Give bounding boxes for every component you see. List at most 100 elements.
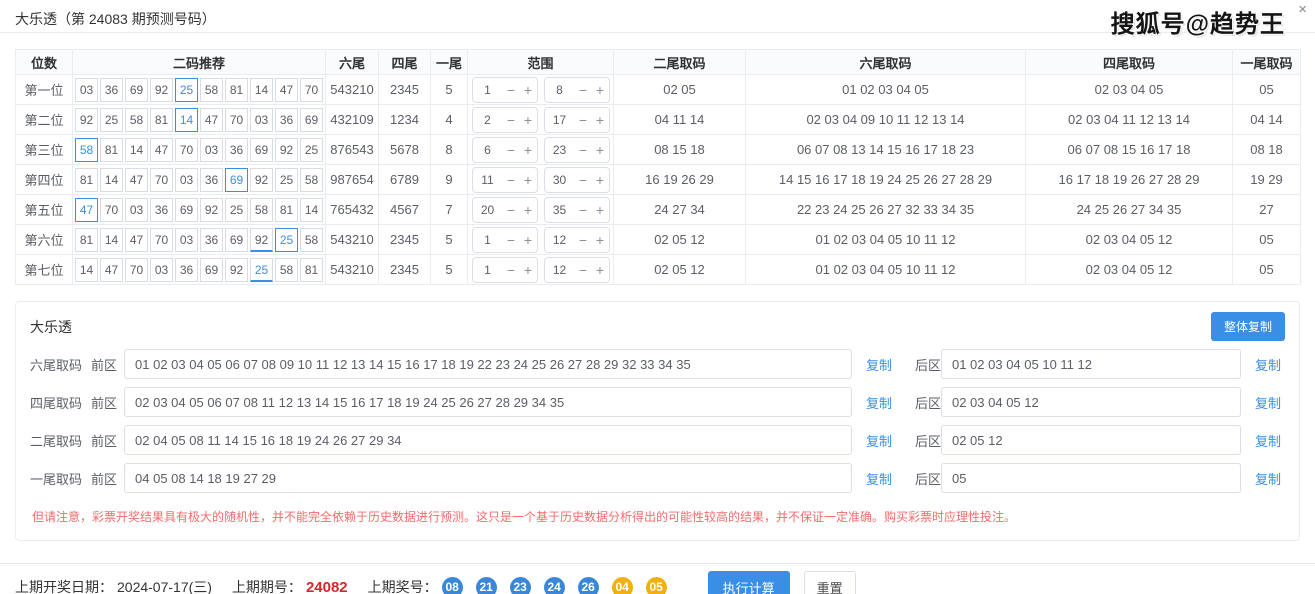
two-code-cell[interactable]: 92 (200, 198, 223, 222)
minus-icon[interactable]: − (503, 172, 520, 188)
plus-icon[interactable]: + (520, 232, 537, 248)
plus-icon[interactable]: + (592, 172, 609, 188)
two-code-cell[interactable]: 25 (250, 258, 273, 282)
two-code-cell[interactable]: 69 (125, 78, 148, 102)
back-zone-input[interactable] (941, 425, 1241, 455)
copy-front-button[interactable]: 复制 (866, 355, 892, 374)
plus-icon[interactable]: + (520, 142, 537, 158)
two-code-cell[interactable]: 69 (225, 168, 248, 192)
two-code-cell[interactable]: 58 (300, 228, 323, 252)
two-code-cell[interactable]: 25 (225, 198, 248, 222)
two-code-cell[interactable]: 70 (150, 168, 173, 192)
two-code-cell[interactable]: 81 (300, 258, 323, 282)
two-code-cell[interactable]: 92 (250, 168, 273, 192)
front-zone-input[interactable] (124, 425, 852, 455)
two-code-cell[interactable]: 03 (150, 258, 173, 282)
two-code-cell[interactable]: 70 (300, 78, 323, 102)
two-code-cell[interactable]: 69 (225, 228, 248, 252)
two-code-cell[interactable]: 92 (150, 78, 173, 102)
two-code-cell[interactable]: 25 (175, 78, 198, 102)
minus-icon[interactable]: − (575, 202, 592, 218)
two-code-cell[interactable]: 47 (125, 168, 148, 192)
minus-icon[interactable]: − (575, 142, 592, 158)
plus-icon[interactable]: + (520, 112, 537, 128)
two-code-cell[interactable]: 70 (225, 108, 248, 132)
two-code-cell[interactable]: 36 (200, 168, 223, 192)
two-code-cell[interactable]: 92 (75, 108, 98, 132)
two-code-cell[interactable]: 36 (200, 228, 223, 252)
copy-back-button[interactable]: 复制 (1255, 355, 1281, 374)
two-code-cell[interactable]: 14 (300, 198, 323, 222)
minus-icon[interactable]: − (503, 142, 520, 158)
back-zone-input[interactable] (941, 387, 1241, 417)
reset-button[interactable]: 重置 (804, 571, 856, 594)
minus-icon[interactable]: − (503, 202, 520, 218)
minus-icon[interactable]: − (503, 262, 520, 278)
copy-back-button[interactable]: 复制 (1255, 469, 1281, 488)
front-zone-input[interactable] (124, 387, 852, 417)
two-code-cell[interactable]: 47 (150, 138, 173, 162)
copy-back-button[interactable]: 复制 (1255, 393, 1281, 412)
two-code-cell[interactable]: 03 (175, 168, 198, 192)
plus-icon[interactable]: + (592, 112, 609, 128)
two-code-cell[interactable]: 36 (275, 108, 298, 132)
back-zone-input[interactable] (941, 349, 1241, 379)
back-zone-input[interactable] (941, 463, 1241, 493)
plus-icon[interactable]: + (592, 82, 609, 98)
two-code-cell[interactable]: 70 (150, 228, 173, 252)
plus-icon[interactable]: + (592, 262, 609, 278)
two-code-cell[interactable]: 47 (75, 198, 98, 222)
two-code-cell[interactable]: 92 (275, 138, 298, 162)
two-code-cell[interactable]: 81 (75, 228, 98, 252)
two-code-cell[interactable]: 25 (100, 108, 123, 132)
two-code-cell[interactable]: 47 (100, 258, 123, 282)
two-code-cell[interactable]: 14 (125, 138, 148, 162)
two-code-cell[interactable]: 69 (175, 198, 198, 222)
plus-icon[interactable]: + (520, 262, 537, 278)
two-code-cell[interactable]: 47 (200, 108, 223, 132)
close-icon[interactable]: × (1298, 2, 1307, 17)
two-code-cell[interactable]: 58 (125, 108, 148, 132)
two-code-cell[interactable]: 36 (150, 198, 173, 222)
two-code-cell[interactable]: 58 (75, 138, 98, 162)
two-code-cell[interactable]: 58 (300, 168, 323, 192)
two-code-cell[interactable]: 36 (100, 78, 123, 102)
two-code-cell[interactable]: 25 (300, 138, 323, 162)
plus-icon[interactable]: + (520, 202, 537, 218)
two-code-cell[interactable]: 36 (175, 258, 198, 282)
run-calculation-button[interactable]: 执行计算 (708, 571, 790, 594)
two-code-cell[interactable]: 70 (175, 138, 198, 162)
plus-icon[interactable]: + (520, 82, 537, 98)
two-code-cell[interactable]: 81 (75, 168, 98, 192)
two-code-cell[interactable]: 69 (300, 108, 323, 132)
copy-back-button[interactable]: 复制 (1255, 431, 1281, 450)
copy-all-button[interactable]: 整体复制 (1211, 312, 1285, 341)
minus-icon[interactable]: − (503, 112, 520, 128)
two-code-cell[interactable]: 81 (275, 198, 298, 222)
two-code-cell[interactable]: 14 (100, 228, 123, 252)
two-code-cell[interactable]: 03 (200, 138, 223, 162)
plus-icon[interactable]: + (520, 172, 537, 188)
two-code-cell[interactable]: 70 (100, 198, 123, 222)
two-code-cell[interactable]: 14 (100, 168, 123, 192)
two-code-cell[interactable]: 36 (225, 138, 248, 162)
minus-icon[interactable]: − (575, 232, 592, 248)
copy-front-button[interactable]: 复制 (866, 431, 892, 450)
two-code-cell[interactable]: 58 (200, 78, 223, 102)
copy-front-button[interactable]: 复制 (866, 469, 892, 488)
two-code-cell[interactable]: 47 (275, 78, 298, 102)
two-code-cell[interactable]: 03 (175, 228, 198, 252)
two-code-cell[interactable]: 92 (250, 228, 273, 252)
two-code-cell[interactable]: 03 (250, 108, 273, 132)
plus-icon[interactable]: + (592, 232, 609, 248)
two-code-cell[interactable]: 58 (275, 258, 298, 282)
two-code-cell[interactable]: 47 (125, 228, 148, 252)
two-code-cell[interactable]: 25 (275, 228, 298, 252)
two-code-cell[interactable]: 70 (125, 258, 148, 282)
two-code-cell[interactable]: 14 (75, 258, 98, 282)
two-code-cell[interactable]: 81 (150, 108, 173, 132)
two-code-cell[interactable]: 92 (225, 258, 248, 282)
copy-front-button[interactable]: 复制 (866, 393, 892, 412)
minus-icon[interactable]: − (503, 232, 520, 248)
minus-icon[interactable]: − (575, 262, 592, 278)
